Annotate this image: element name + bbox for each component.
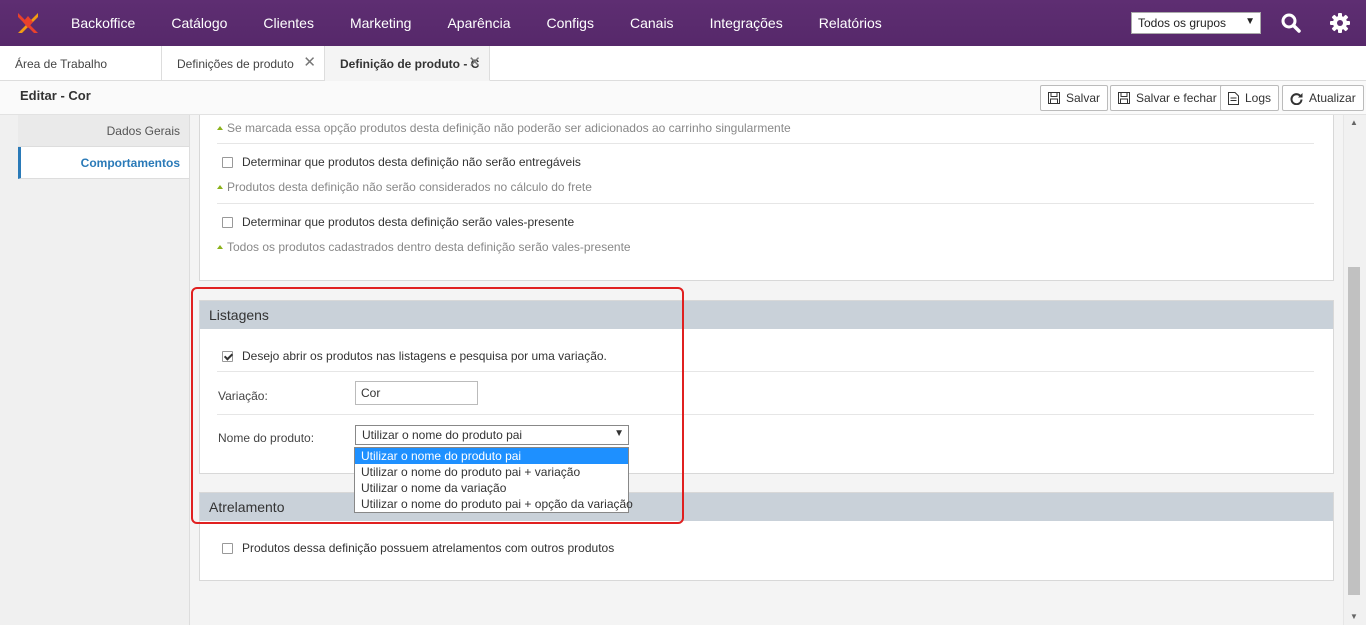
- hint-gift: Todos os produtos cadastrados dentro des…: [217, 240, 631, 254]
- product-name-label: Nome do produto:: [218, 431, 315, 445]
- divider: [217, 371, 1314, 372]
- hint-triangle-icon: [217, 126, 223, 130]
- search-icon[interactable]: [1279, 11, 1303, 35]
- nav-clientes[interactable]: Clientes: [245, 0, 332, 46]
- tab-label: Definições de produto: [177, 57, 294, 71]
- variation-label: Variação:: [218, 389, 268, 403]
- logs-label: Logs: [1245, 91, 1272, 105]
- product-name-select-value: Utilizar o nome do produto pai: [362, 428, 523, 442]
- dropdown-option[interactable]: Utilizar o nome do produto pai + opção d…: [355, 496, 633, 512]
- page-header: Editar - Cor Salvar Salvar e fechar Logs…: [0, 81, 1366, 115]
- sidebar-item-dados-gerais[interactable]: Dados Gerais: [18, 115, 189, 147]
- nav-canais[interactable]: Canais: [612, 0, 692, 46]
- page-title: Editar - Cor: [20, 88, 91, 103]
- dropdown-option[interactable]: Utilizar o nome da variação: [355, 480, 628, 496]
- gift-card-checkbox[interactable]: [222, 216, 233, 228]
- tab-label: Definição de produto - C: [340, 57, 480, 71]
- not-deliverable-checkbox[interactable]: [222, 156, 233, 168]
- hint-triangle-icon: [217, 245, 223, 249]
- behaviors-panel: Se marcada essa opção produtos desta def…: [199, 115, 1334, 281]
- vertical-scrollbar[interactable]: ▲ ▼: [1343, 115, 1366, 625]
- listagens-title: Listagens: [200, 301, 1333, 329]
- not-deliverable-option: Determinar que produtos desta definição …: [222, 155, 581, 169]
- dropdown-option[interactable]: Utilizar o nome do produto pai: [355, 448, 628, 464]
- close-icon[interactable]: ✕: [468, 53, 481, 71]
- save-close-label: Salvar e fechar: [1136, 91, 1217, 105]
- sidebar-item-comportamentos[interactable]: Comportamentos: [18, 147, 189, 179]
- linked-products-checkbox[interactable]: [222, 542, 233, 554]
- scroll-up-icon[interactable]: ▲: [1350, 118, 1358, 127]
- dropdown-option[interactable]: Utilizar o nome do produto pai + variaçã…: [355, 464, 628, 480]
- linked-products-option: Produtos dessa definição possuem atrelam…: [222, 541, 614, 555]
- scroll-down-icon[interactable]: ▼: [1350, 612, 1358, 621]
- divider: [217, 203, 1314, 204]
- save-button[interactable]: Salvar: [1040, 85, 1109, 111]
- caret-down-icon: ▼: [614, 428, 624, 439]
- main-menu: Backoffice Catálogo Clientes Marketing A…: [56, 0, 900, 46]
- divider: [217, 414, 1314, 415]
- gear-icon[interactable]: [1328, 11, 1352, 35]
- open-by-variation-label: Desejo abrir os produtos nas listagens e…: [242, 349, 607, 363]
- caret-down-icon: ▼: [1245, 16, 1255, 27]
- variation-input[interactable]: Cor: [355, 381, 478, 405]
- nav-configs[interactable]: Configs: [529, 0, 612, 46]
- sidebar-item-label: Comportamentos: [80, 156, 180, 170]
- hint-freight: Produtos desta definição não serão consi…: [217, 180, 592, 194]
- tab-bar: Área de Trabalho Definições de produto ✕…: [0, 46, 1366, 81]
- sidebar: Dados Gerais Comportamentos: [0, 115, 190, 625]
- top-navbar: Backoffice Catálogo Clientes Marketing A…: [0, 0, 1366, 46]
- close-icon[interactable]: ✕: [303, 53, 316, 71]
- not-deliverable-label: Determinar que produtos desta definição …: [242, 155, 581, 169]
- floppy-icon: [1048, 92, 1060, 104]
- nav-catalogo[interactable]: Catálogo: [153, 0, 245, 46]
- hint-triangle-icon: [217, 185, 223, 189]
- tab-area-de-trabalho[interactable]: Área de Trabalho: [0, 46, 162, 81]
- group-select-value: Todos os grupos: [1138, 16, 1227, 30]
- open-by-variation-checkbox[interactable]: [222, 350, 233, 362]
- product-name-select[interactable]: Utilizar o nome do produto pai ▼: [355, 425, 629, 445]
- group-select[interactable]: Todos os grupos ▼: [1131, 12, 1261, 34]
- content-area: Se marcada essa opção produtos desta def…: [190, 115, 1343, 625]
- open-by-variation-option: Desejo abrir os produtos nas listagens e…: [222, 349, 607, 363]
- refresh-button[interactable]: Atualizar: [1282, 85, 1364, 111]
- save-label: Salvar: [1066, 91, 1101, 105]
- sidebar-item-label: Dados Gerais: [106, 124, 180, 138]
- gift-card-option: Determinar que produtos desta definição …: [222, 215, 574, 229]
- save-and-close-button[interactable]: Salvar e fechar: [1110, 85, 1225, 111]
- tab-label: Área de Trabalho: [15, 57, 108, 71]
- linked-products-label: Produtos dessa definição possuem atrelam…: [242, 541, 615, 555]
- refresh-label: Atualizar: [1309, 91, 1356, 105]
- logs-button[interactable]: Logs: [1220, 85, 1280, 111]
- refresh-icon: [1290, 92, 1303, 105]
- nav-relatorios[interactable]: Relatórios: [801, 0, 900, 46]
- document-icon: [1228, 91, 1239, 105]
- tab-definicoes-de-produto[interactable]: Definições de produto ✕: [162, 46, 325, 81]
- nav-integracoes[interactable]: Integrações: [692, 0, 801, 46]
- divider: [217, 143, 1314, 144]
- hint-freight-text: Produtos desta definição não serão consi…: [227, 180, 592, 194]
- nav-marketing[interactable]: Marketing: [332, 0, 429, 46]
- nav-aparencia[interactable]: Aparência: [429, 0, 528, 46]
- scrollbar-thumb[interactable]: [1348, 267, 1360, 595]
- gift-card-label: Determinar que produtos desta definição …: [242, 215, 575, 229]
- hint-cart: Se marcada essa opção produtos desta def…: [217, 121, 791, 135]
- hint-cart-text: Se marcada essa opção produtos desta def…: [227, 121, 791, 135]
- product-name-dropdown: Utilizar o nome do produto pai Utilizar …: [354, 447, 633, 513]
- nav-backoffice[interactable]: Backoffice: [56, 0, 153, 46]
- floppy-icon: [1118, 92, 1130, 104]
- tab-definicao-de-produto[interactable]: Definição de produto - C ✕: [325, 46, 490, 81]
- brand-logo-icon[interactable]: [0, 0, 56, 46]
- hint-gift-text: Todos os produtos cadastrados dentro des…: [227, 240, 631, 254]
